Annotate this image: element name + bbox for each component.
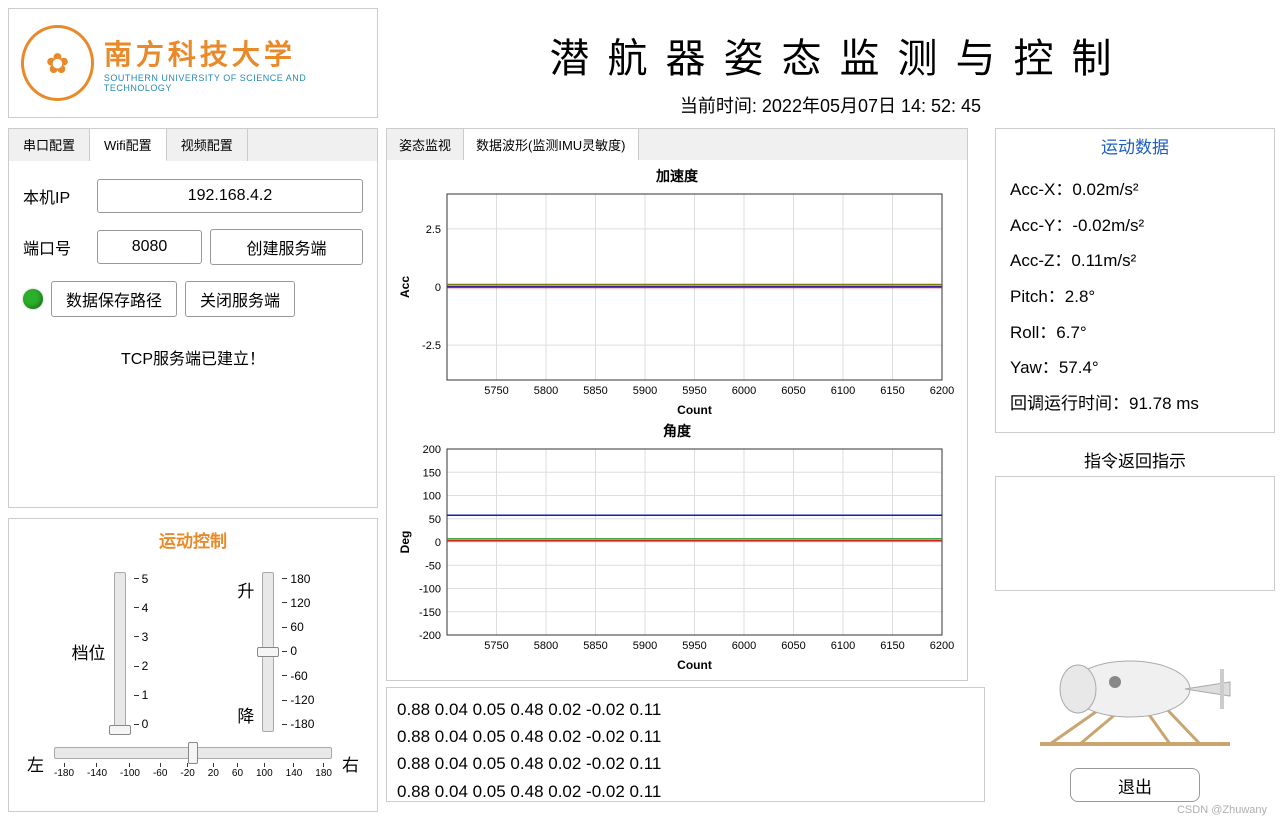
watermark: CSDN @Zhuwany [1177, 804, 1267, 816]
svg-text:-2.5: -2.5 [422, 340, 441, 352]
motion-data-row-4: Roll：6.7° [1010, 315, 1260, 351]
log-line: 0.88 0.04 0.05 0.48 0.02 -0.02 0.11 [397, 750, 974, 777]
log-line: 0.88 0.04 0.05 0.48 0.02 -0.02 0.11 [397, 778, 974, 802]
chart-title-1: 角度 [391, 421, 963, 441]
svg-text:5950: 5950 [682, 640, 706, 652]
svg-text:5850: 5850 [583, 385, 607, 397]
motion-data-box: 运动数据 Acc-X：0.02m/s²Acc-Y：-0.02m/s²Acc-Z：… [995, 128, 1275, 433]
tcp-status-text: TCP服务端已建立！ [23, 345, 363, 369]
chart-tab-1[interactable]: 数据波形(监测IMU灵敏度) [464, 129, 639, 160]
svg-text:5800: 5800 [534, 385, 558, 397]
save-path-button[interactable]: 数据保存路径 [51, 281, 177, 317]
university-seal-icon [21, 25, 94, 101]
motion-control-title: 运动控制 [27, 527, 359, 552]
port-label: 端口号 [23, 235, 89, 259]
svg-text:6200: 6200 [930, 385, 954, 397]
page-title: 潜航器姿态监测与控制 [386, 26, 1275, 84]
ip-label: 本机IP [23, 184, 89, 208]
svg-text:Acc: Acc [398, 276, 412, 298]
svg-text:6050: 6050 [781, 385, 805, 397]
svg-text:0: 0 [435, 537, 441, 549]
svg-text:6000: 6000 [732, 640, 756, 652]
svg-text:5900: 5900 [633, 385, 657, 397]
svg-text:-150: -150 [419, 607, 441, 619]
cmd-return-box [995, 476, 1275, 591]
config-tab-2[interactable]: 视频配置 [167, 129, 248, 161]
chart-tab-0[interactable]: 姿态监视 [387, 129, 464, 160]
svg-text:5800: 5800 [534, 640, 558, 652]
svg-text:6150: 6150 [880, 640, 904, 652]
svg-text:6100: 6100 [831, 385, 855, 397]
port-input[interactable] [97, 230, 202, 264]
svg-text:Deg: Deg [398, 531, 412, 554]
svg-text:5750: 5750 [484, 385, 508, 397]
motion-data-row-6: 回调运行时间：91.78 ms [1010, 386, 1260, 422]
svg-text:-50: -50 [425, 560, 441, 572]
exit-button[interactable]: 退出 [1070, 768, 1200, 802]
motion-data-title: 运动数据 [996, 129, 1274, 162]
logo-en-text: SOUTHERN UNIVERSITY OF SCIENCE AND TECHN… [104, 73, 365, 93]
svg-text:5900: 5900 [633, 640, 657, 652]
svg-text:5950: 5950 [682, 385, 706, 397]
ip-input[interactable] [97, 179, 363, 213]
svg-text:50: 50 [429, 514, 441, 526]
svg-text:Count: Count [677, 403, 712, 417]
motion-data-row-3: Pitch：2.8° [1010, 279, 1260, 315]
svg-text:2.5: 2.5 [426, 224, 441, 236]
chart-area: 姿态监视数据波形(监测IMU灵敏度) 加速度 -2.5 0 2.5 5750 5800 58… [386, 128, 968, 681]
log-line: 0.88 0.04 0.05 0.48 0.02 -0.02 0.11 [397, 723, 974, 750]
svg-text:6050: 6050 [781, 640, 805, 652]
motion-control-panel: 运动控制 档位 543210 升 降 1 [8, 518, 378, 812]
chart-title-0: 加速度 [391, 166, 963, 186]
gear-label: 档位 [72, 639, 106, 664]
svg-text:-200: -200 [419, 630, 441, 642]
close-server-button[interactable]: 关闭服务端 [185, 281, 295, 317]
svg-text:5850: 5850 [583, 640, 607, 652]
left-label: 左 [27, 751, 44, 776]
motion-data-row-0: Acc-X：0.02m/s² [1010, 172, 1260, 208]
chart-1: -200 -150 -100 -50 0 50 100 150 200 5750 5800 5850 5… [391, 443, 963, 673]
log-line: 0.88 0.04 0.05 0.48 0.02 -0.02 0.11 [397, 696, 974, 723]
motion-data-row-1: Acc-Y：-0.02m/s² [1010, 208, 1260, 244]
status-led-icon [23, 289, 43, 309]
svg-text:200: 200 [423, 444, 441, 456]
updown-slider[interactable] [262, 572, 274, 732]
config-panel: 串口配置Wifi配置视频配置 本机IP 端口号 创建服务端 数据保存路径 关闭服… [8, 128, 378, 508]
svg-text:Count: Count [677, 658, 712, 672]
chart-0: -2.5 0 2.5 5750 5800 5850 5900 5950 6000 6050 6100… [391, 188, 963, 418]
config-tab-1[interactable]: Wifi配置 [90, 129, 167, 161]
create-server-button[interactable]: 创建服务端 [210, 229, 363, 265]
svg-text:6150: 6150 [880, 385, 904, 397]
motion-data-row-2: Acc-Z：0.11m/s² [1010, 243, 1260, 279]
svg-text:100: 100 [423, 491, 441, 503]
down-label: 降 [237, 702, 254, 727]
svg-text:5750: 5750 [484, 640, 508, 652]
svg-text:150: 150 [423, 467, 441, 479]
logo-cn-text: 南方科技大学 [104, 33, 365, 73]
motion-data-row-5: Yaw：57.4° [1010, 350, 1260, 386]
svg-text:6100: 6100 [831, 640, 855, 652]
svg-text:-100: -100 [419, 584, 441, 596]
data-log[interactable]: 0.88 0.04 0.05 0.48 0.02 -0.02 0.110.88 … [386, 687, 985, 802]
cmd-return-title: 指令返回指示 [995, 443, 1275, 476]
svg-text:6200: 6200 [930, 640, 954, 652]
current-time: 当前时间: 2022年05月07日 14: 52: 45 [386, 92, 1275, 118]
up-label: 升 [237, 577, 254, 602]
svg-text:6000: 6000 [732, 385, 756, 397]
submarine-model-image [995, 597, 1275, 762]
gear-slider[interactable] [114, 572, 126, 732]
leftright-slider[interactable] [54, 747, 332, 759]
logo-area: 南方科技大学 SOUTHERN UNIVERSITY OF SCIENCE AN… [8, 8, 378, 118]
svg-text:0: 0 [435, 282, 441, 294]
config-tab-0[interactable]: 串口配置 [9, 129, 90, 161]
right-label: 右 [342, 751, 359, 776]
